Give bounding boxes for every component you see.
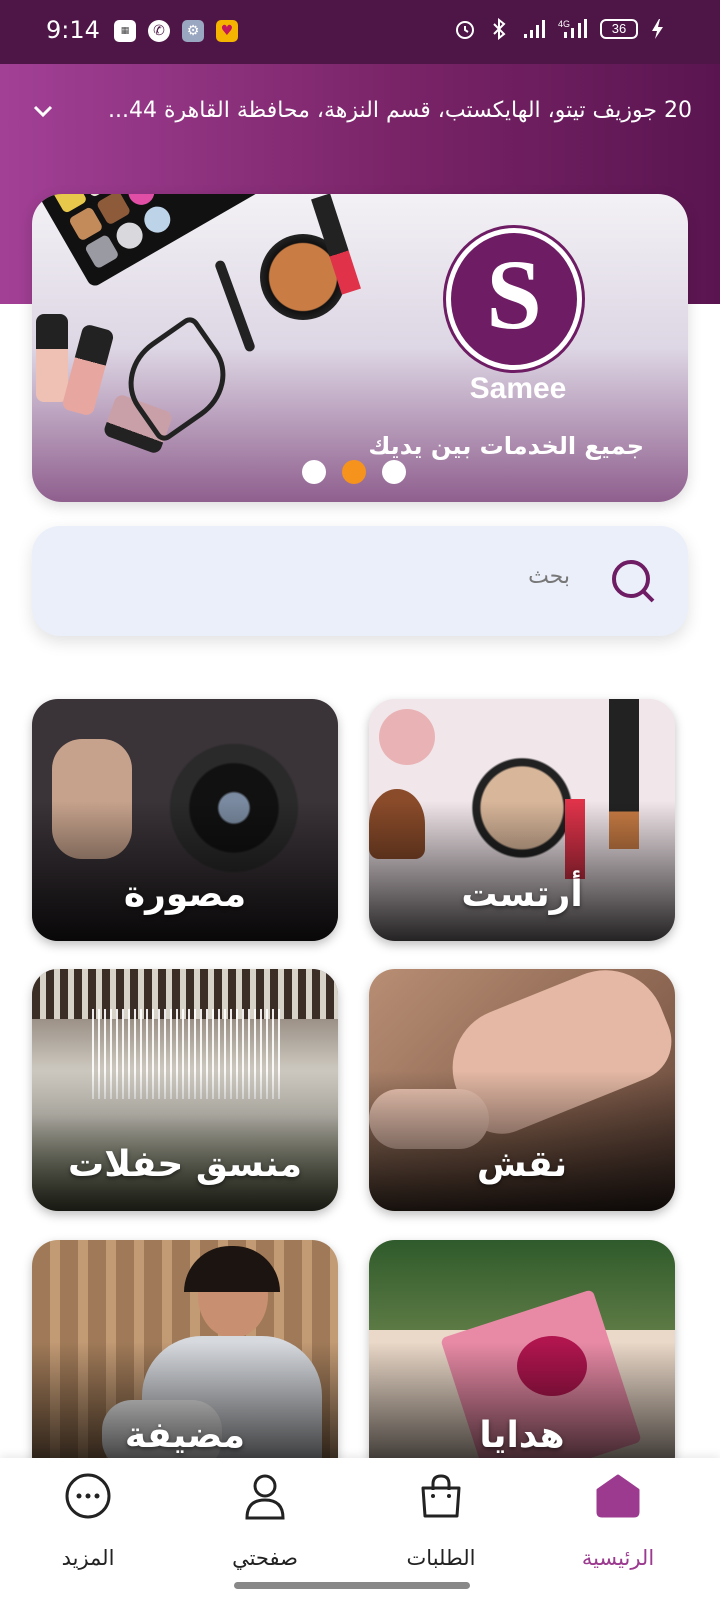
category-label: أرتست [461, 874, 583, 915]
status-time: 9:14 [46, 16, 100, 44]
more-icon [65, 1473, 111, 1519]
user-icon [245, 1474, 285, 1520]
category-label: نقش [476, 1144, 568, 1185]
charging-icon [652, 19, 663, 39]
category-card-gifts[interactable]: هدايا [369, 1240, 675, 1482]
settings-app-icon: ⚙ [182, 20, 204, 42]
svg-text:4G: 4G [558, 19, 570, 29]
bag-icon [421, 1474, 461, 1518]
carousel-indicator [302, 460, 406, 484]
gesture-handle[interactable] [234, 1582, 470, 1589]
photo-icon: ▦ [114, 20, 136, 42]
address-text: 20 جوزيف تيتو، الهايكستب، قسم النزهة، مح… [107, 98, 692, 123]
nav-label: الرئيسية [581, 1546, 655, 1570]
nav-profile[interactable]: صفحتي [195, 1472, 335, 1570]
carousel-dot[interactable] [382, 460, 406, 484]
category-card-hostess[interactable]: مضيفة [32, 1240, 338, 1482]
hair-graphic [184, 1246, 280, 1292]
category-label: هدايا [479, 1415, 565, 1456]
nav-label: صفحتي [232, 1546, 298, 1570]
search-bar[interactable]: بحث [32, 526, 688, 636]
nav-label: الطلبات [406, 1546, 476, 1570]
card-shade [32, 1071, 338, 1211]
bottom-navigation: الرئيسية الطلبات صفحتي المزيد [0, 1458, 720, 1600]
nav-more[interactable]: المزيد [18, 1472, 158, 1570]
blush-graphic [379, 709, 435, 765]
category-card-photographer[interactable]: مصورة [32, 699, 338, 941]
location-selector[interactable]: 20 جوزيف تيتو، الهايكستب، قسم النزهة، مح… [32, 98, 692, 123]
logo-text: Samee [469, 372, 567, 405]
search-input[interactable]: بحث [528, 564, 570, 589]
category-label: منسق حفلات [68, 1144, 302, 1185]
notification-icons: ▦ ✆ ⚙ ♥ [114, 20, 238, 42]
logo-mark: S [486, 239, 542, 350]
carousel-dot-active[interactable] [342, 460, 366, 484]
alarm-icon [456, 21, 474, 39]
bluetooth-icon [493, 18, 506, 40]
status-bar: 9:14 ▦ ✆ ⚙ ♥ 4G 36 [0, 0, 720, 64]
category-card-event-planner[interactable]: منسق حفلات [32, 969, 338, 1211]
card-shade [369, 801, 675, 941]
signal-icon [524, 20, 545, 38]
battery-level: 36 [611, 21, 627, 36]
nav-label: المزيد [61, 1546, 115, 1570]
nail-polish [61, 323, 115, 417]
screen: 9:14 ▦ ✆ ⚙ ♥ 4G 36 20 جوزيف تيتو، الهايك… [0, 0, 720, 1600]
brand-logo: S [446, 228, 582, 370]
battery-icon: 36 [600, 19, 638, 39]
category-label: مضيفة [124, 1415, 246, 1456]
eyeliner [213, 259, 257, 353]
card-shade [32, 801, 338, 941]
category-card-henna[interactable]: نقش [369, 969, 675, 1211]
nail-polish [36, 314, 68, 402]
emoji-icon: ♥ [216, 20, 238, 42]
system-icons: 4G 36 [454, 18, 664, 40]
category-card-artist[interactable]: أرتست [369, 699, 675, 941]
4g-signal-icon: 4G [558, 19, 587, 38]
promo-banner[interactable]: S Samee جميع الخدمات بين يديك [32, 194, 688, 502]
carousel-dot[interactable] [302, 460, 326, 484]
phone-icon: ✆ [148, 20, 170, 42]
nav-orders[interactable]: الطلبات [371, 1472, 511, 1570]
eyeshadow-palette [34, 194, 290, 289]
home-icon [596, 1474, 640, 1518]
nav-home[interactable]: الرئيسية [548, 1472, 688, 1570]
banner-tagline: جميع الخدمات بين يديك [368, 432, 644, 460]
search-icon[interactable] [610, 558, 656, 604]
card-shade [369, 1071, 675, 1211]
chevron-down-icon[interactable] [32, 100, 54, 122]
category-label: مصورة [123, 874, 247, 915]
